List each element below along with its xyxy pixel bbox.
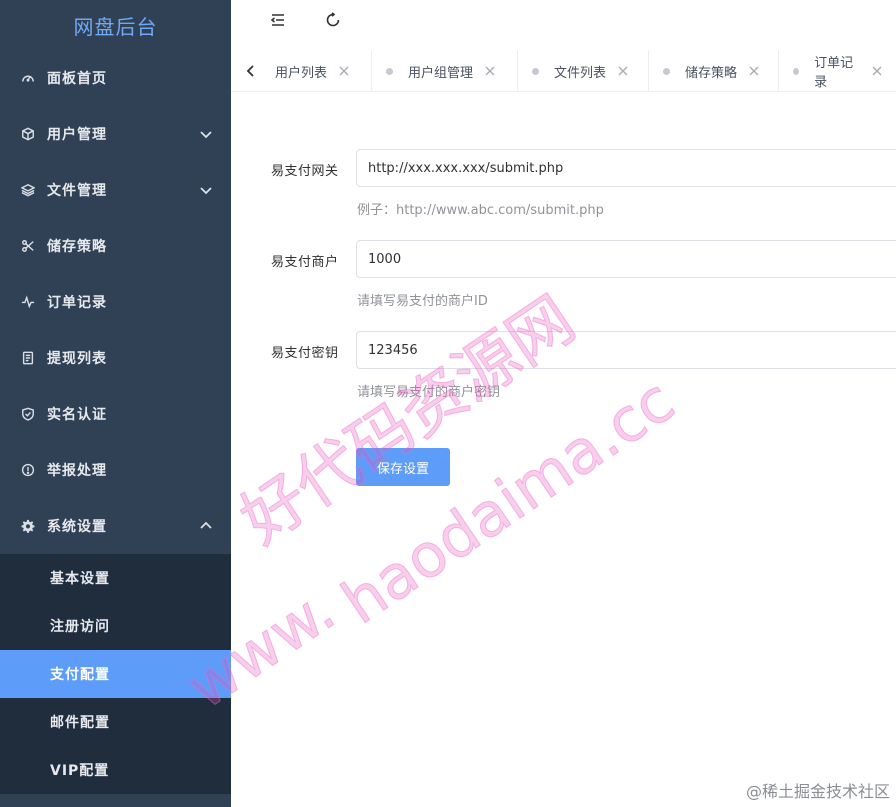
merchant-id-input[interactable] <box>356 240 896 278</box>
sidebar-item-label: 举报处理 <box>47 463 107 479</box>
key-help-text: 请填写易支付的商户密钥 <box>357 385 501 400</box>
tab-order-records[interactable]: 订单记录 <box>778 50 896 92</box>
sidebar-item-label: 用户管理 <box>47 127 107 143</box>
chevron-up-icon <box>199 519 213 533</box>
sidebar: 网盘后台 面板首页 用户管理 文件管理 储存策略 订单记录 提现列表 实名认证 … <box>0 0 231 807</box>
sidebar-item-label: 储存策略 <box>47 239 107 255</box>
tab-dot <box>793 67 800 75</box>
top-header <box>231 0 896 42</box>
refresh-icon[interactable] <box>324 11 342 29</box>
sidebar-item-users[interactable]: 用户管理 <box>0 106 231 162</box>
sidebar-item-verification[interactable]: 实名认证 <box>0 386 231 442</box>
tab-dot <box>386 67 393 75</box>
shield-check-icon <box>20 406 36 422</box>
watermark-text-domain: haodaima.cc <box>329 365 687 639</box>
sidebar-item-label: 面板首页 <box>47 71 107 87</box>
cube-icon <box>20 126 36 142</box>
scissors-icon <box>20 238 36 254</box>
merchant-help-text: 请填写易支付的商户ID <box>357 294 488 309</box>
sidebar-item-label: 订单记录 <box>47 295 107 311</box>
tab-dot <box>532 67 539 75</box>
close-icon[interactable] <box>618 66 628 76</box>
gateway-input[interactable] <box>356 149 896 187</box>
sidebar-item-storage-policy[interactable]: 储存策略 <box>0 218 231 274</box>
pulse-icon <box>20 294 36 310</box>
tab-storage-policy[interactable]: 储存策略 <box>648 50 777 92</box>
sidebar-item-orders[interactable]: 订单记录 <box>0 274 231 330</box>
tabs-scroll-left-icon[interactable] <box>231 50 271 92</box>
close-icon[interactable] <box>339 66 349 76</box>
tab-dot <box>663 67 670 75</box>
sidebar-item-files[interactable]: 文件管理 <box>0 162 231 218</box>
dashboard-icon <box>20 70 36 86</box>
tab-file-list[interactable]: 文件列表 <box>517 50 646 92</box>
sidebar-item-label: 系统设置 <box>47 519 107 535</box>
chevron-down-icon <box>199 183 213 197</box>
submenu-item-basic-settings[interactable]: 基本设置 <box>0 554 231 602</box>
gateway-label: 易支付网关 <box>271 164 339 179</box>
corner-watermark: @稀土掘金技术社区 <box>745 782 890 801</box>
submenu-item-vip-config[interactable]: VIP配置 <box>0 746 231 794</box>
sidebar-item-label: 文件管理 <box>47 183 107 199</box>
brand-title: 网盘后台 <box>73 14 158 39</box>
settings-submenu: 基本设置 注册访问 支付配置 邮件配置 VIP配置 <box>0 554 231 794</box>
sidebar-item-withdrawals[interactable]: 提现列表 <box>0 330 231 386</box>
sidebar-item-label: 实名认证 <box>47 407 107 423</box>
watermark-text-chinese: 好代码资源网 <box>228 282 589 559</box>
collapse-sidebar-icon[interactable] <box>269 11 287 29</box>
key-label: 易支付密钥 <box>271 346 339 361</box>
tab-user-list[interactable]: 用户列表 <box>271 50 367 92</box>
tab-label: 储存策略 <box>685 65 738 81</box>
close-icon[interactable] <box>872 66 882 76</box>
sidebar-item-dashboard[interactable]: 面板首页 <box>0 50 231 106</box>
layers-icon <box>20 182 36 198</box>
gateway-help-text: 例子：http://www.abc.com/submit.php <box>357 203 604 218</box>
merchant-label: 易支付商户 <box>271 255 339 270</box>
sidebar-item-label: 提现列表 <box>47 351 107 367</box>
close-icon[interactable] <box>749 66 759 76</box>
tab-label: 用户列表 <box>275 65 328 81</box>
gear-icon <box>20 518 36 534</box>
tab-user-group-management[interactable]: 用户组管理 <box>371 50 513 92</box>
merchant-key-input[interactable] <box>356 331 896 369</box>
sidebar-menu: 面板首页 用户管理 文件管理 储存策略 订单记录 提现列表 实名认证 举报处理 … <box>0 50 231 554</box>
info-circle-icon <box>20 462 36 478</box>
chevron-down-icon <box>199 127 213 141</box>
document-icon <box>20 350 36 366</box>
tab-label: 文件列表 <box>554 65 607 81</box>
tab-label: 用户组管理 <box>408 65 474 81</box>
submenu-item-payment-config[interactable]: 支付配置 <box>0 650 231 698</box>
tabs-bar: 用户列表 用户组管理 文件列表 储存策略 订单记录 <box>231 50 896 92</box>
tab-label: 订单记录 <box>814 56 854 90</box>
sidebar-item-system-settings[interactable]: 系统设置 <box>0 498 231 554</box>
submenu-item-registration-access[interactable]: 注册访问 <box>0 602 231 650</box>
close-icon[interactable] <box>485 66 495 76</box>
save-settings-button[interactable]: 保存设置 <box>356 448 450 486</box>
sidebar-item-reports[interactable]: 举报处理 <box>0 442 231 498</box>
submenu-item-mail-config[interactable]: 邮件配置 <box>0 698 231 746</box>
